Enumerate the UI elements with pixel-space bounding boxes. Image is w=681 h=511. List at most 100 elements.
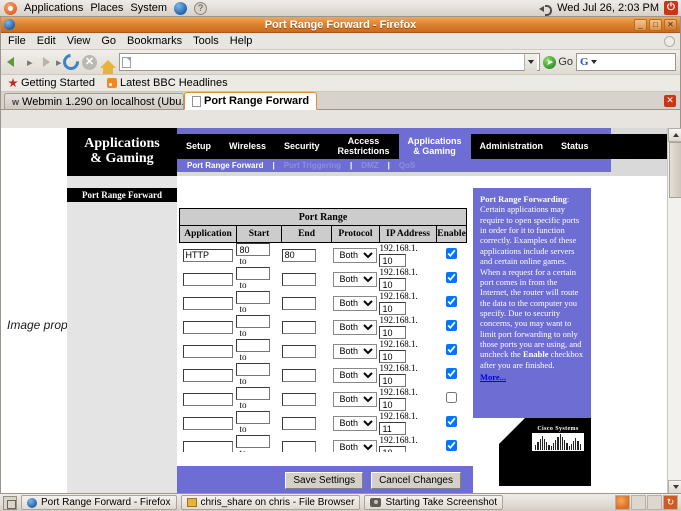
nav-tab-status[interactable]: Status: [552, 134, 598, 159]
end-port-input[interactable]: [281, 392, 316, 406]
cancel-changes-button[interactable]: Cancel Changes: [371, 471, 461, 489]
scroll-down-button[interactable]: [668, 480, 681, 494]
application-input[interactable]: [182, 368, 233, 382]
menu-help[interactable]: Help: [230, 35, 253, 47]
taskbar-item-file-browser[interactable]: chris_share on chris - File Browser: [180, 495, 361, 510]
start-port-input[interactable]: [236, 267, 271, 280]
ip-octet-input[interactable]: [379, 398, 407, 411]
url-bar[interactable]: [119, 53, 541, 71]
search-engine-chevron-icon[interactable]: [590, 60, 597, 64]
nav-tab-wireless[interactable]: Wireless: [220, 134, 275, 159]
subnav-port-range-forward[interactable]: Port Range Forward: [187, 161, 263, 170]
protocol-select[interactable]: BothTCPUDP: [333, 391, 378, 407]
menu-go[interactable]: Go: [101, 35, 116, 47]
subnav-port-triggering[interactable]: Port Triggering: [284, 161, 341, 170]
application-input[interactable]: [182, 272, 233, 286]
tray-cell-icon[interactable]: [631, 495, 646, 510]
firefox-launcher-icon[interactable]: [174, 1, 188, 15]
ip-octet-input[interactable]: [379, 254, 407, 267]
volume-icon[interactable]: [539, 3, 553, 16]
application-input[interactable]: [182, 344, 233, 358]
enable-checkbox[interactable]: [446, 296, 458, 307]
enable-checkbox[interactable]: [446, 272, 458, 283]
back-dropdown-icon[interactable]: ▸: [27, 56, 33, 69]
enable-checkbox[interactable]: [446, 416, 458, 427]
end-port-input[interactable]: [281, 344, 316, 358]
protocol-select[interactable]: BothTCPUDP: [333, 415, 378, 431]
application-input[interactable]: [182, 296, 233, 310]
application-input[interactable]: [182, 248, 233, 262]
tray-firefox-icon[interactable]: [615, 495, 630, 510]
enable-checkbox[interactable]: [446, 440, 458, 451]
nav-tab-applications-gaming[interactable]: Applications & Gaming: [398, 134, 471, 159]
ubuntu-logo-icon[interactable]: [4, 1, 17, 15]
clock[interactable]: Wed Jul 26, 2:03 PM: [557, 2, 659, 14]
end-port-input[interactable]: [281, 368, 316, 382]
nav-tab-access-restrictions[interactable]: Access Restrictions: [329, 134, 399, 159]
start-port-input[interactable]: [236, 291, 271, 304]
enable-checkbox[interactable]: [446, 392, 458, 403]
menu-applications[interactable]: Applications: [24, 2, 83, 14]
start-port-input[interactable]: [236, 363, 271, 376]
menu-edit[interactable]: Edit: [37, 35, 56, 47]
nav-tab-setup[interactable]: Setup: [177, 134, 220, 159]
enable-checkbox[interactable]: [446, 344, 458, 355]
enable-checkbox[interactable]: [446, 320, 458, 331]
taskbar-item-take-screenshot[interactable]: Starting Take Screenshot: [364, 495, 503, 510]
page-scrollbar[interactable]: [667, 128, 681, 494]
back-button[interactable]: [5, 53, 24, 72]
ip-octet-input[interactable]: [379, 278, 407, 291]
application-input[interactable]: [182, 416, 233, 430]
start-port-input[interactable]: [236, 387, 271, 400]
tray-update-icon[interactable]: ↻: [663, 495, 678, 510]
start-port-input[interactable]: [236, 339, 271, 352]
application-input[interactable]: [182, 320, 233, 334]
stop-icon[interactable]: ✕: [82, 54, 97, 70]
protocol-select[interactable]: BothTCPUDP: [333, 295, 378, 311]
end-port-input[interactable]: [281, 320, 316, 334]
protocol-select[interactable]: BothTCPUDP: [333, 367, 378, 383]
protocol-select[interactable]: BothTCPUDP: [333, 319, 378, 335]
maximize-button[interactable]: □: [649, 18, 662, 31]
help-more-link[interactable]: More...: [480, 372, 585, 382]
close-button[interactable]: ✕: [664, 18, 677, 31]
ip-octet-input[interactable]: [379, 302, 407, 315]
forward-dropdown-icon[interactable]: ▸: [56, 56, 62, 69]
ip-octet-input[interactable]: [379, 374, 407, 387]
scrollbar-thumb[interactable]: [669, 142, 681, 198]
go-button[interactable]: ➤ Go: [543, 55, 573, 69]
scroll-up-button[interactable]: [668, 128, 681, 142]
tab-webmin[interactable]: w Webmin 1.290 on localhost (Ubu...: [4, 93, 184, 109]
start-port-input[interactable]: [236, 411, 271, 424]
forward-button[interactable]: [34, 53, 53, 72]
start-port-input[interactable]: [236, 435, 271, 448]
ip-octet-input[interactable]: [379, 422, 407, 435]
home-icon[interactable]: [100, 60, 116, 74]
url-dropdown-button[interactable]: [524, 53, 538, 71]
bookmark-getting-started[interactable]: Getting Started: [8, 77, 95, 89]
reload-icon[interactable]: [59, 50, 83, 74]
end-port-input[interactable]: [281, 416, 316, 430]
end-port-input[interactable]: [281, 248, 316, 262]
minimize-button[interactable]: _: [634, 18, 647, 31]
tab-port-range-forward[interactable]: Port Range Forward: [184, 92, 318, 110]
application-input[interactable]: [182, 392, 233, 406]
close-tab-icon[interactable]: ✕: [664, 95, 676, 107]
save-settings-button[interactable]: Save Settings: [285, 471, 364, 489]
taskbar-item-firefox[interactable]: Port Range Forward - Firefox: [21, 495, 177, 510]
protocol-select[interactable]: BothTCPUDP: [333, 271, 378, 287]
subnav-qos[interactable]: QoS: [399, 161, 415, 170]
search-bar[interactable]: G: [576, 53, 676, 71]
protocol-select[interactable]: BothTCPUDP: [333, 247, 378, 263]
start-port-input[interactable]: [236, 315, 271, 328]
url-input[interactable]: [131, 55, 525, 69]
start-port-input[interactable]: [236, 243, 271, 256]
show-desktop-button[interactable]: [3, 495, 17, 510]
end-port-input[interactable]: [281, 296, 316, 310]
bookmark-bbc-headlines[interactable]: Latest BBC Headlines: [107, 77, 228, 89]
nav-tab-administration[interactable]: Administration: [471, 134, 553, 159]
enable-checkbox[interactable]: [446, 248, 458, 259]
power-icon[interactable]: ⏻: [664, 1, 678, 15]
protocol-select[interactable]: BothTCPUDP: [333, 343, 378, 359]
menu-system[interactable]: System: [130, 2, 167, 14]
